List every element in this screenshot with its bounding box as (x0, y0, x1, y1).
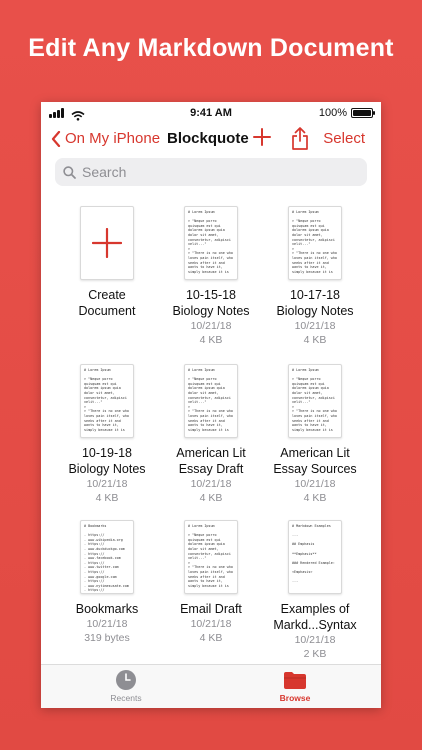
search-field[interactable]: Search (55, 158, 367, 186)
file-size: 4 KB (199, 492, 223, 504)
search-placeholder: Search (82, 164, 127, 180)
file-thumbnail[interactable]: # Lorem Ipsum > "Neque porro quisquam es… (184, 520, 238, 594)
file-thumbnail[interactable]: # Lorem Ipsum > "Neque porro quisquam es… (184, 364, 238, 438)
plus-icon (253, 128, 271, 146)
plus-icon (92, 228, 122, 258)
share-button[interactable] (291, 126, 309, 155)
file-date: 10/21/18 (294, 478, 336, 490)
file-size: 4 KB (199, 334, 223, 346)
file-name: American Lit Essay Draft (176, 446, 246, 476)
navigation-bar: On My iPhone Blockquote Select (41, 126, 381, 154)
file-item[interactable]: # Lorem Ipsum > "Neque porro quisquam es… (159, 520, 263, 645)
battery-percent: 100% (318, 107, 347, 119)
tab-browse[interactable]: Browse (255, 669, 335, 703)
file-item[interactable]: # Bookmarks - https:// - www.wikipedia.o… (55, 520, 159, 645)
search-icon (63, 165, 76, 179)
battery-area: 100% (318, 107, 375, 119)
file-thumbnail[interactable]: # Lorem Ipsum > "Neque porro quisquam es… (288, 206, 342, 280)
clock-icon (116, 670, 136, 690)
file-item[interactable]: # Lorem Ipsum > "Neque porro quisquam es… (263, 364, 367, 505)
file-thumbnail[interactable]: # Markdown Examples --- ## Emphasis **Em… (288, 520, 342, 594)
file-name: American Lit Essay Sources (273, 446, 357, 476)
file-size: 2 KB (303, 648, 327, 660)
file-date: 10/21/18 (294, 320, 336, 332)
file-name: 10-19-18 Biology Notes (68, 446, 146, 476)
battery-icon (351, 108, 375, 118)
create-document-item[interactable]: Create Document (55, 206, 159, 319)
share-icon (292, 127, 308, 150)
file-name: 10-15-18 Biology Notes (172, 288, 250, 318)
file-name: Bookmarks (75, 602, 139, 616)
file-size: 319 bytes (84, 632, 130, 644)
tab-recents[interactable]: Recents (86, 669, 166, 703)
file-thumbnail[interactable]: # Lorem Ipsum > "Neque porro quisquam es… (288, 364, 342, 438)
file-date: 10/21/18 (86, 618, 128, 630)
file-item[interactable]: # Lorem Ipsum > "Neque porro quisquam es… (263, 206, 367, 347)
file-thumbnail[interactable]: # Lorem Ipsum > "Neque porro quisquam es… (80, 364, 134, 438)
chevron-left-icon (51, 130, 61, 147)
headline: Edit Any Markdown Document (28, 34, 394, 62)
create-document-thumbnail[interactable] (80, 206, 134, 280)
select-button[interactable]: Select (323, 130, 365, 147)
file-item[interactable]: # Lorem Ipsum > "Neque porro quisquam es… (159, 206, 263, 347)
file-item[interactable]: # Lorem Ipsum > "Neque porro quisquam es… (55, 364, 159, 505)
file-thumbnail[interactable]: # Lorem Ipsum > "Neque porro quisquam es… (184, 206, 238, 280)
file-item[interactable]: # Markdown Examples --- ## Emphasis **Em… (263, 520, 367, 661)
tab-recents-label: Recents (110, 693, 142, 703)
file-size: 4 KB (303, 334, 327, 346)
file-item[interactable]: # Lorem Ipsum > "Neque porro quisquam es… (159, 364, 263, 505)
add-button[interactable] (253, 126, 271, 153)
file-size: 4 KB (303, 492, 327, 504)
back-label: On My iPhone (65, 130, 161, 147)
file-date: 10/21/18 (190, 618, 232, 630)
file-date: 10/21/18 (294, 634, 336, 646)
phone-screen: 9:41 AM 100% On My iPhone Blockquote Sel… (41, 102, 381, 708)
file-size: 4 KB (199, 632, 223, 644)
back-button[interactable]: On My iPhone (51, 130, 160, 147)
file-size: 4 KB (95, 492, 119, 504)
file-date: 10/21/18 (190, 320, 232, 332)
file-date: 10/21/18 (86, 478, 128, 490)
page-title: Blockquote (167, 130, 249, 147)
tab-browse-label: Browse (279, 693, 311, 703)
status-bar: 9:41 AM 100% (41, 102, 381, 124)
file-date: 10/21/18 (190, 478, 232, 490)
file-name: Create Document (78, 288, 136, 318)
file-name: Email Draft (180, 602, 242, 616)
folder-icon (284, 672, 306, 689)
file-name: 10-17-18 Biology Notes (276, 288, 354, 318)
tab-bar: Recents Browse (41, 664, 381, 708)
file-name: Examples of Markd...Syntax (273, 602, 357, 632)
file-thumbnail[interactable]: # Bookmarks - https:// - www.wikipedia.o… (80, 520, 134, 594)
